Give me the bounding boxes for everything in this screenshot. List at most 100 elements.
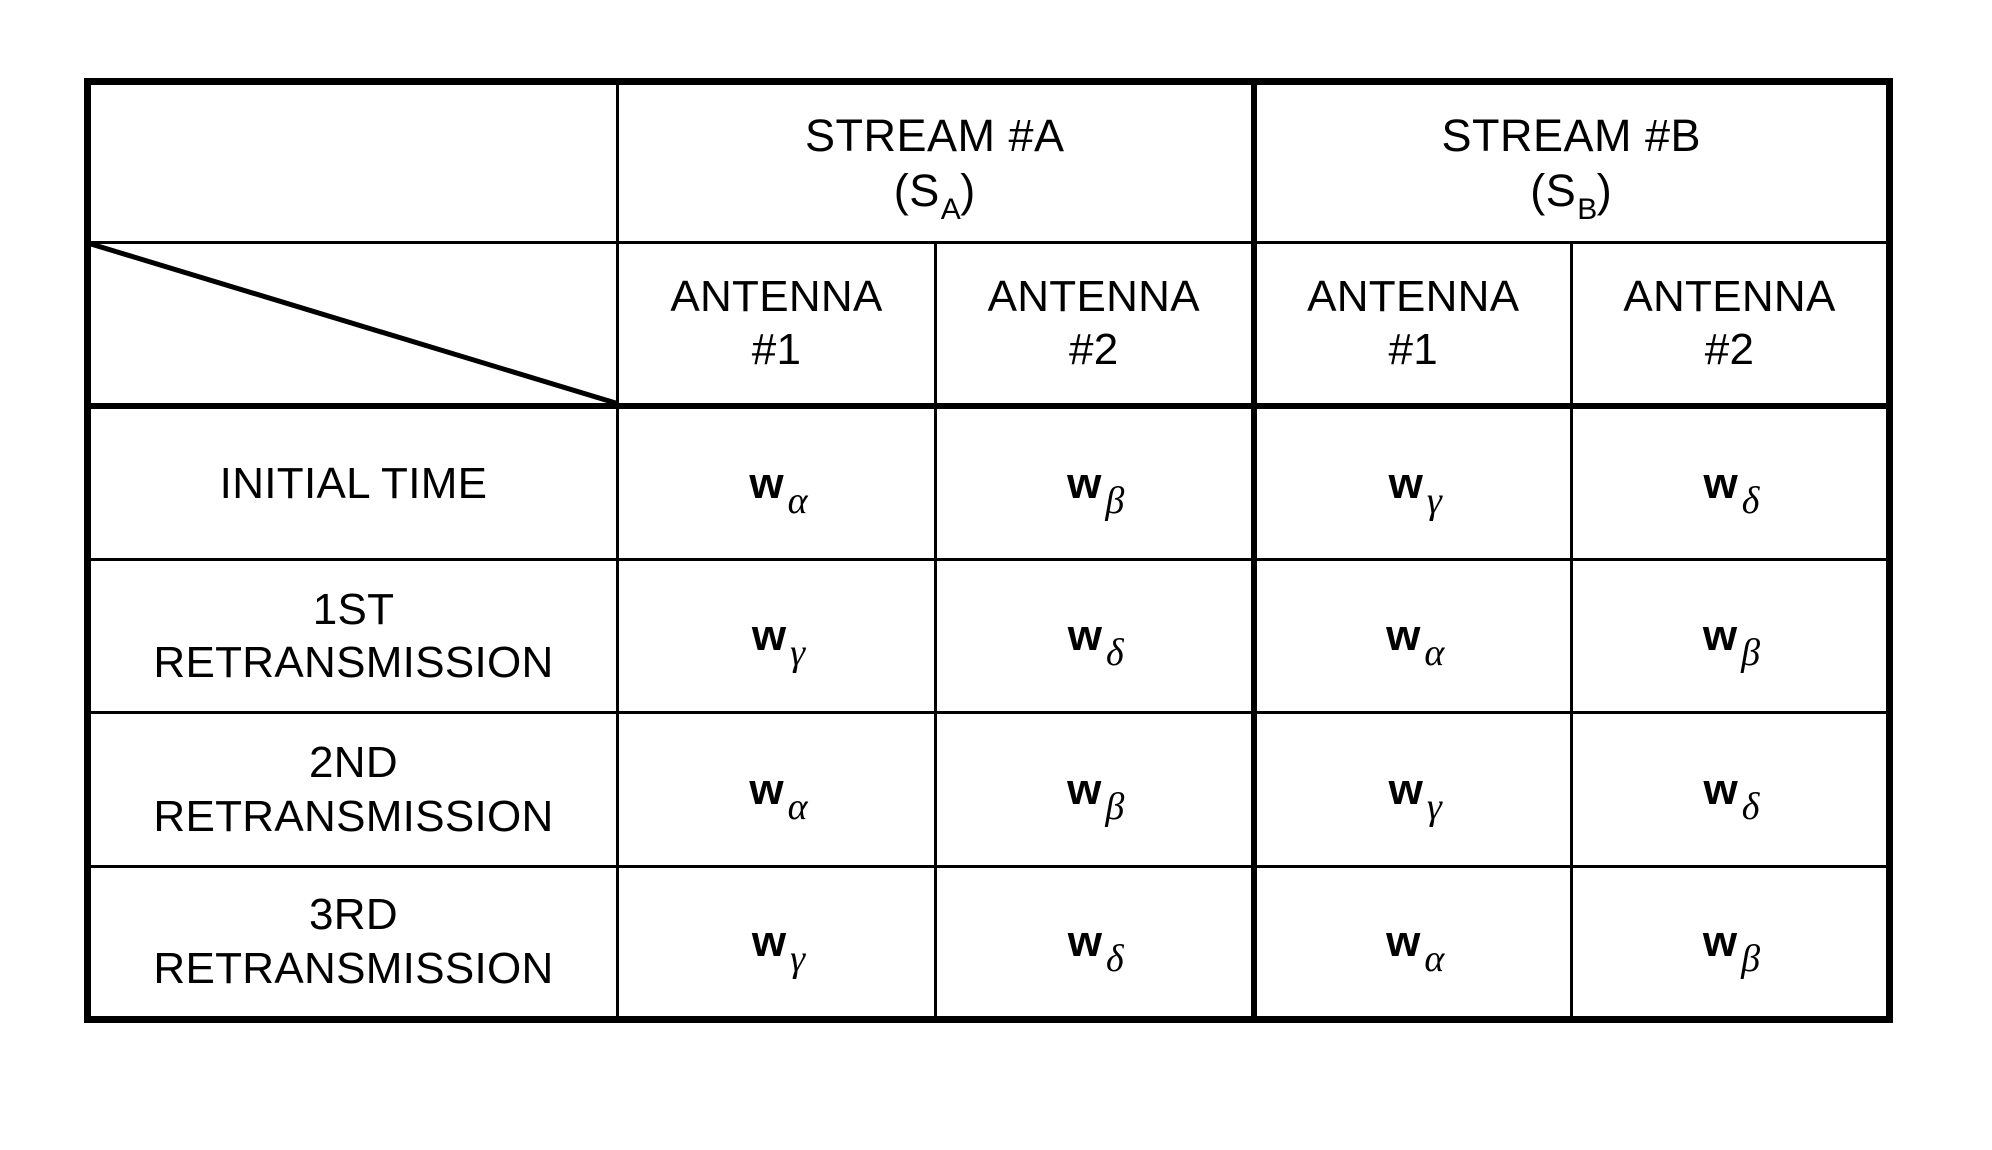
row-label-line: INITIAL TIME <box>219 458 488 508</box>
header-corner-diagonal-cell <box>84 241 619 410</box>
weight-subscript: α <box>1424 937 1445 980</box>
weight-subscript: δ <box>1741 785 1760 828</box>
antenna-a2-number: #2 <box>1068 324 1119 374</box>
weight-base: w <box>751 611 787 661</box>
row-label-line: 1ST <box>312 584 395 634</box>
weight-symbol: wα <box>1386 916 1444 978</box>
weight-subscript: δ <box>1741 479 1760 522</box>
weight-symbol: wγ <box>1389 767 1442 826</box>
header-row-streams: STREAM #A (SA) STREAM #B (SB) <box>84 77 1893 245</box>
row-label-line: RETRANSMISSION <box>153 943 554 993</box>
cell-retransmission-1-a2: wδ <box>934 558 1257 715</box>
cell-retransmission-3-a2: wδ <box>934 864 1257 1024</box>
weight-symbol: wβ <box>1702 916 1760 978</box>
stream-b-paren-open: ( <box>1530 165 1546 217</box>
row-label-line: 3RD <box>309 890 398 940</box>
weight-base: w <box>1702 916 1738 966</box>
cell-retransmission-3-b1: wα <box>1252 864 1573 1024</box>
table-row: INITIAL TIME wα wβ wγ wδ <box>84 404 1893 562</box>
table-row: 1ST RETRANSMISSION wγ wδ wα wβ <box>84 558 1893 715</box>
header-row-antennas: ANTENNA #1 ANTENNA #2 ANTENNA #1 ANTENNA… <box>84 241 1893 410</box>
weight-symbol: wβ <box>1702 611 1760 673</box>
stream-a-paren-close: ) <box>960 165 976 217</box>
row-label-initial-time: INITIAL TIME <box>84 404 619 562</box>
antenna-a1-number: #1 <box>751 324 802 374</box>
header-group-stream-b: STREAM #B (SB) <box>1252 77 1893 245</box>
row-label-line: 2ND <box>309 737 398 787</box>
weight-symbol: wγ <box>751 611 805 673</box>
weight-subscript: δ <box>1106 632 1124 675</box>
weight-base: w <box>1386 611 1421 661</box>
weight-symbol: wα <box>749 764 807 826</box>
weight-symbol: wγ <box>1388 458 1442 520</box>
header-corner-blank-upper <box>84 77 619 245</box>
weight-subscript: γ <box>1426 785 1442 828</box>
weight-symbol: wδ <box>1068 614 1124 673</box>
weight-base: w <box>1388 458 1423 508</box>
stream-b-title: STREAM #B <box>1441 110 1702 162</box>
stream-a-symbol: (SA) <box>894 164 976 226</box>
table-row: 3RD RETRANSMISSION wγ wδ wα wβ <box>84 864 1893 1024</box>
cell-retransmission-1-b2: wβ <box>1570 558 1893 715</box>
stream-b-paren-close: ) <box>1596 165 1613 217</box>
antenna-b2-name: ANTENNA <box>1623 272 1836 322</box>
cell-retransmission-3-b2: wβ <box>1570 864 1893 1024</box>
weight-base: w <box>1067 916 1103 966</box>
cell-retransmission-1-b1: wα <box>1252 558 1573 715</box>
header-group-stream-a: STREAM #A (SA) <box>616 77 1257 245</box>
header-antenna-a1: ANTENNA #1 <box>616 241 937 410</box>
weight-subscript: β <box>1105 785 1125 828</box>
weight-symbol: wδ <box>1067 916 1124 978</box>
figure-canvas: STREAM #A (SA) STREAM #B (SB) ANTENNA #1… <box>0 0 1992 1150</box>
antenna-a1-name: ANTENNA <box>670 272 883 322</box>
antenna-b2-number: #2 <box>1704 324 1755 374</box>
weight-base: w <box>751 916 787 966</box>
weight-subscript: γ <box>790 937 806 980</box>
row-label-line: RETRANSMISSION <box>153 791 554 841</box>
weight-base: w <box>1067 458 1102 508</box>
cell-retransmission-2-a2: wβ <box>934 711 1257 868</box>
row-label-retransmission-2: 2ND RETRANSMISSION <box>84 711 619 868</box>
diagonal-slash-icon <box>91 244 616 403</box>
cell-initial-time-b2: wδ <box>1570 404 1893 562</box>
row-label-line: RETRANSMISSION <box>153 638 554 688</box>
weight-symbol: wδ <box>1703 458 1760 520</box>
cell-initial-time-a1: wα <box>616 404 937 562</box>
weight-symbol: wγ <box>751 916 805 978</box>
header-antenna-a2: ANTENNA #2 <box>934 241 1257 410</box>
weight-symbol: wβ <box>1067 764 1124 826</box>
antenna-a2-name: ANTENNA <box>987 272 1200 322</box>
weight-subscript: β <box>1105 479 1125 522</box>
table-row: 2ND RETRANSMISSION wα wβ wγ wδ <box>84 711 1893 868</box>
weight-base: w <box>749 764 784 814</box>
antenna-b1-name: ANTENNA <box>1307 272 1520 322</box>
weight-assignment-table: STREAM #A (SA) STREAM #B (SB) ANTENNA #1… <box>84 77 1893 1024</box>
weight-base: w <box>749 458 784 508</box>
weight-subscript: α <box>787 479 808 522</box>
weight-subscript: β <box>1741 632 1761 675</box>
stream-a-title: STREAM #A <box>804 110 1065 162</box>
weight-subscript: δ <box>1106 937 1124 980</box>
header-antenna-b2: ANTENNA #2 <box>1570 241 1893 410</box>
row-label-retransmission-1: 1ST RETRANSMISSION <box>84 558 619 715</box>
weight-symbol: wδ <box>1703 764 1760 826</box>
cell-retransmission-3-a1: wγ <box>616 864 937 1024</box>
weight-symbol: wα <box>1386 611 1444 673</box>
cell-retransmission-1-a1: wγ <box>616 558 937 715</box>
stream-b-symbol-subscript: B <box>1577 193 1598 227</box>
weight-base: w <box>1386 916 1421 966</box>
weight-base: w <box>1702 611 1738 661</box>
weight-subscript: γ <box>1426 479 1442 522</box>
weight-symbol: wα <box>749 458 807 520</box>
weight-base: w <box>1067 764 1102 814</box>
weight-subscript: γ <box>790 632 806 675</box>
antenna-b1-number: #1 <box>1388 324 1439 374</box>
weight-subscript: α <box>1424 632 1445 675</box>
weight-subscript: α <box>787 785 808 828</box>
stream-b-symbol-base: S <box>1545 165 1577 217</box>
stream-a-symbol-base: S <box>909 165 940 217</box>
weight-base: w <box>1703 458 1738 508</box>
weight-base: w <box>1703 764 1738 814</box>
cell-retransmission-2-a1: wα <box>616 711 937 868</box>
row-label-retransmission-3: 3RD RETRANSMISSION <box>84 864 619 1024</box>
